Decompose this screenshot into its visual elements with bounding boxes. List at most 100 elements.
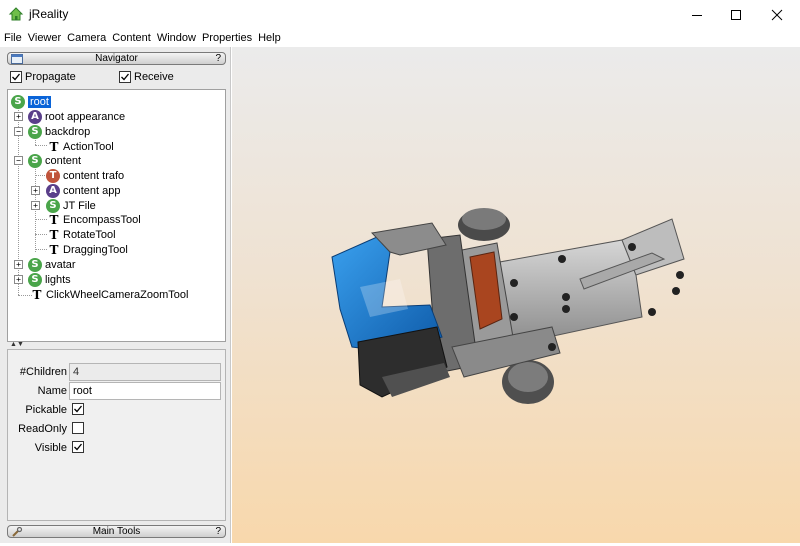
main-tools-help-button[interactable]: ? [215, 526, 221, 537]
check-icon [74, 405, 83, 413]
tree-node-label: root [28, 95, 51, 108]
children-count-label: #Children [19, 366, 67, 378]
scene-component-icon: S [28, 124, 42, 139]
expand-toggle[interactable]: + [14, 112, 23, 121]
gripper-model-render [331, 208, 685, 404]
tree-node-root[interactable]: S root [11, 94, 51, 109]
tree-node-rotate-tool[interactable]: T RotateTool [48, 227, 116, 242]
tool-icon: T [32, 287, 42, 302]
tree-node-label: content [45, 154, 82, 167]
receive-checkbox[interactable]: Receive [119, 69, 174, 85]
navigator-header[interactable]: Navigator ? [7, 52, 226, 65]
window-title: jReality [29, 7, 69, 21]
tree-node-label: backdrop [45, 125, 91, 138]
properties-panel: #Children 4 Name root Pickable ReadOnly … [7, 349, 226, 521]
tree-connector [35, 219, 47, 220]
readonly-label: ReadOnly [18, 423, 67, 435]
tree-node-jt-file[interactable]: S JT File [46, 198, 96, 213]
tree-node-label: avatar [45, 258, 76, 271]
close-icon [771, 9, 783, 20]
tree-connector [35, 234, 47, 235]
tree-node-content-trafo[interactable]: T content trafo [46, 168, 124, 183]
split-pane-divider[interactable]: ▲▼ [7, 341, 226, 349]
tree-node-content-app[interactable]: A content app [46, 183, 121, 198]
tree-node-encompass-tool[interactable]: T EncompassTool [48, 212, 141, 227]
readonly-checkbox[interactable] [72, 422, 84, 434]
main-tools-title: Main Tools [92, 526, 141, 537]
tree-connector [35, 145, 47, 146]
menu-help[interactable]: Help [258, 32, 281, 44]
tree-node-backdrop[interactable]: S backdrop [28, 124, 90, 139]
app-house-icon [8, 7, 24, 21]
expand-toggle[interactable]: + [14, 260, 23, 269]
tree-node-label: root appearance [45, 110, 126, 123]
tree-node-action-tool[interactable]: T ActionTool [48, 139, 114, 154]
tool-icon: T [49, 212, 59, 227]
menu-camera[interactable]: Camera [67, 32, 106, 44]
maximize-icon [731, 9, 741, 20]
tree-connector [35, 249, 47, 250]
scene-component-icon: S [28, 272, 42, 287]
visible-label: Visible [34, 442, 67, 454]
visible-checkbox[interactable] [72, 441, 84, 453]
navigator-title: Navigator [95, 53, 138, 64]
navigator-panel-icon [11, 54, 23, 64]
menu-file[interactable]: File [4, 32, 22, 44]
menu-content[interactable]: Content [112, 32, 151, 44]
tool-icon: T [49, 227, 59, 242]
minimize-button[interactable] [680, 0, 714, 29]
name-label: Name [37, 385, 67, 397]
tree-node-dragging-tool[interactable]: T DraggingTool [48, 242, 128, 257]
appearance-icon: A [28, 109, 42, 124]
3d-viewer-canvas[interactable] [232, 47, 800, 543]
scene-tree[interactable]: + − − + + + + S root A root appearance S… [7, 89, 226, 342]
children-count-field: 4 [69, 363, 221, 381]
name-input[interactable]: root [69, 382, 221, 400]
propagate-label: Propagate [25, 71, 76, 83]
menu-viewer[interactable]: Viewer [28, 32, 61, 44]
tree-node-content[interactable]: S content [28, 153, 81, 168]
tree-node-label: ActionTool [63, 140, 114, 153]
main-tools-header[interactable]: Main Tools ? [7, 525, 226, 538]
split-down-arrow-icon[interactable]: ▼ [17, 341, 24, 348]
tree-node-label: content app [63, 184, 121, 197]
scene-component-icon: S [28, 257, 42, 272]
tree-node-root-appearance[interactable]: A root appearance [28, 109, 125, 124]
tree-connector [18, 295, 32, 296]
receive-check-box[interactable] [119, 71, 131, 83]
scene-component-icon: S [11, 94, 25, 109]
expand-toggle[interactable]: + [31, 201, 40, 210]
navigator-help-button[interactable]: ? [215, 53, 221, 64]
tree-node-avatar[interactable]: S avatar [28, 257, 76, 272]
scene-component-icon: S [46, 198, 60, 213]
minimize-icon [692, 14, 702, 16]
collapse-toggle[interactable]: − [14, 156, 23, 165]
collapse-toggle[interactable]: − [14, 127, 23, 136]
split-up-arrow-icon[interactable]: ▲ [10, 341, 17, 348]
main-tools-panel-icon [12, 527, 23, 537]
menu-bar: File Viewer Camera Content Window Proper… [0, 29, 800, 47]
tree-node-click-wheel-camera-zoom-tool[interactable]: T ClickWheelCameraZoomTool [31, 287, 189, 302]
tree-node-label: RotateTool [63, 228, 116, 241]
transformation-icon: T [46, 168, 60, 183]
propagate-checkbox[interactable]: Propagate [10, 69, 76, 85]
check-icon [74, 443, 83, 451]
menu-window[interactable]: Window [157, 32, 196, 44]
pickable-checkbox[interactable] [72, 403, 84, 415]
tree-node-lights[interactable]: S lights [28, 272, 71, 287]
expand-toggle[interactable]: + [14, 275, 23, 284]
tree-node-label: content trafo [63, 169, 125, 182]
maximize-button[interactable] [719, 0, 753, 29]
appearance-icon: A [46, 183, 60, 198]
close-button[interactable] [760, 0, 794, 29]
scene-component-icon: S [28, 153, 42, 168]
check-icon [12, 73, 21, 81]
menu-properties[interactable]: Properties [202, 32, 252, 44]
tool-icon: T [49, 139, 59, 154]
propagate-check-box[interactable] [10, 71, 22, 83]
expand-toggle[interactable]: + [31, 186, 40, 195]
tree-node-label: EncompassTool [63, 213, 141, 226]
tree-node-label: ClickWheelCameraZoomTool [46, 288, 189, 301]
pickable-label: Pickable [25, 404, 67, 416]
tree-node-label: DraggingTool [63, 243, 128, 256]
